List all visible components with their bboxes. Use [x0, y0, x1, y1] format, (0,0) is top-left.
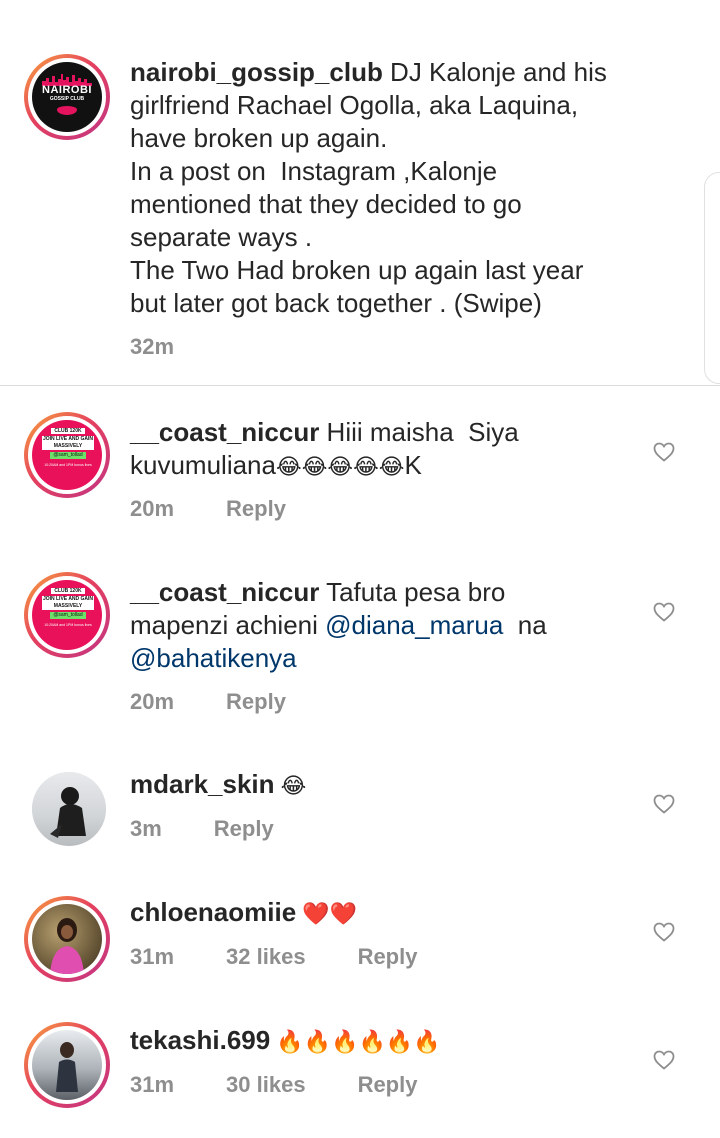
avatar-mdark-skin[interactable] [32, 772, 106, 846]
club-logo-line3: @sam_tollad [50, 612, 86, 619]
red-heart-emoji-icon: ❤️❤️ [296, 901, 358, 926]
mention-link[interactable]: @diana_marua [325, 610, 503, 640]
comment-meta: 20m Reply [130, 496, 338, 522]
logo-text-nairobi: NAIROBI [42, 84, 92, 96]
comment-meta: 20m Reply [130, 689, 338, 715]
caption-body: DJ Kalonje and his girlfriend Rachael Og… [130, 57, 607, 318]
post-caption: NAIROBI GOSSIP CLUB nairobi_gossip_club … [0, 0, 720, 385]
logo-text-gossip-club: GOSSIP CLUB [49, 96, 85, 102]
club-logo-line1: CLUB 120K [51, 588, 85, 594]
side-scroll-tab[interactable] [704, 172, 720, 384]
person-photo-icon [56, 1042, 78, 1092]
club-logo-line1: CLUB 120K [51, 428, 85, 434]
reply-button[interactable]: Reply [358, 944, 418, 969]
profile-photo [32, 1030, 102, 1100]
heart-outline-icon[interactable] [652, 792, 676, 816]
comment-meta: 31m 32 likes Reply [130, 944, 469, 970]
club-logo-line3: @sam_tollad [50, 452, 86, 459]
comment-time: 20m [130, 496, 175, 521]
caption-time: 32m [130, 334, 175, 359]
comment-username[interactable]: tekashi.699 [130, 1025, 270, 1055]
person-silhouette-icon [50, 787, 86, 838]
comment-text: __coast_niccur Tafuta pesa bro mapenzi a… [130, 576, 630, 675]
comment-username[interactable]: chloenaomiie [130, 897, 296, 927]
avatar-nairobi-gossip-club[interactable]: NAIROBI GOSSIP CLUB [24, 54, 110, 140]
comment-text: __coast_niccur Hiii maisha Siya kuvumuli… [130, 416, 630, 483]
comment-meta: 3m Reply [130, 816, 326, 842]
reply-button[interactable]: Reply [214, 816, 274, 841]
comment-likes[interactable]: 32 likes [226, 944, 306, 969]
comment-text: mdark_skin 😂 [130, 768, 630, 802]
profile-photo [32, 772, 106, 846]
person-photo-icon [50, 918, 84, 974]
nairobi-gossip-logo: NAIROBI GOSSIP CLUB [32, 62, 102, 132]
divider [0, 385, 720, 386]
reply-button[interactable]: Reply [226, 496, 286, 521]
comment-body-end: K [404, 450, 422, 480]
caption-username[interactable]: nairobi_gossip_club [130, 57, 383, 87]
heart-outline-icon[interactable] [652, 920, 676, 944]
comment-time: 3m [130, 816, 162, 841]
club-logo-line2: JOIN LIVE AND GAIN MASSIVELY [42, 596, 94, 610]
comment-text: chloenaomiie ❤️❤️ [130, 896, 630, 930]
caption-meta: 32m [130, 334, 226, 360]
comment-text: tekashi.699 🔥🔥🔥🔥🔥🔥 [130, 1024, 630, 1058]
avatar-coast-niccur[interactable]: CLUB 120K JOIN LIVE AND GAIN MASSIVELY @… [24, 572, 110, 658]
lips-icon [57, 106, 77, 115]
comment-time: 31m [130, 1072, 175, 1097]
reply-button[interactable]: Reply [358, 1072, 418, 1097]
club-logo-line4: 10:20AM and 1PM bonus lives [44, 463, 92, 467]
club-logo-line2: JOIN LIVE AND GAIN MASSIVELY [42, 436, 94, 450]
comment-username[interactable]: mdark_skin [130, 769, 275, 799]
laughing-emoji-icon: 😂😂😂😂😂 [275, 454, 405, 479]
club-logo-line4: 10:20AM and 1PM bonus lives [44, 623, 92, 627]
comment-time: 31m [130, 944, 175, 969]
comment-likes[interactable]: 30 likes [226, 1072, 306, 1097]
heart-outline-icon[interactable] [652, 1048, 676, 1072]
comment-time: 20m [130, 689, 175, 714]
reply-button[interactable]: Reply [226, 689, 286, 714]
laughing-emoji-icon: 😂 [274, 773, 307, 798]
heart-outline-icon[interactable] [652, 600, 676, 624]
avatar-tekashi-699[interactable] [24, 1022, 110, 1108]
caption-text: nairobi_gossip_club DJ Kalonje and his g… [130, 56, 690, 320]
fire-emoji-icon: 🔥🔥🔥🔥🔥🔥 [270, 1029, 441, 1054]
comment-meta: 31m 30 likes Reply [130, 1072, 469, 1098]
comment-username[interactable]: __coast_niccur [130, 577, 319, 607]
comment-body-mid: na [517, 610, 547, 640]
club-120k-logo: CLUB 120K JOIN LIVE AND GAIN MASSIVELY @… [32, 420, 102, 490]
club-120k-logo: CLUB 120K JOIN LIVE AND GAIN MASSIVELY @… [32, 580, 102, 650]
avatar-coast-niccur[interactable]: CLUB 120K JOIN LIVE AND GAIN MASSIVELY @… [24, 412, 110, 498]
profile-photo [32, 904, 102, 974]
heart-outline-icon[interactable] [652, 440, 676, 464]
comment-username[interactable]: __coast_niccur [130, 417, 319, 447]
mention-link[interactable]: @bahatikenya [130, 643, 297, 673]
avatar-chloenaomiie[interactable] [24, 896, 110, 982]
